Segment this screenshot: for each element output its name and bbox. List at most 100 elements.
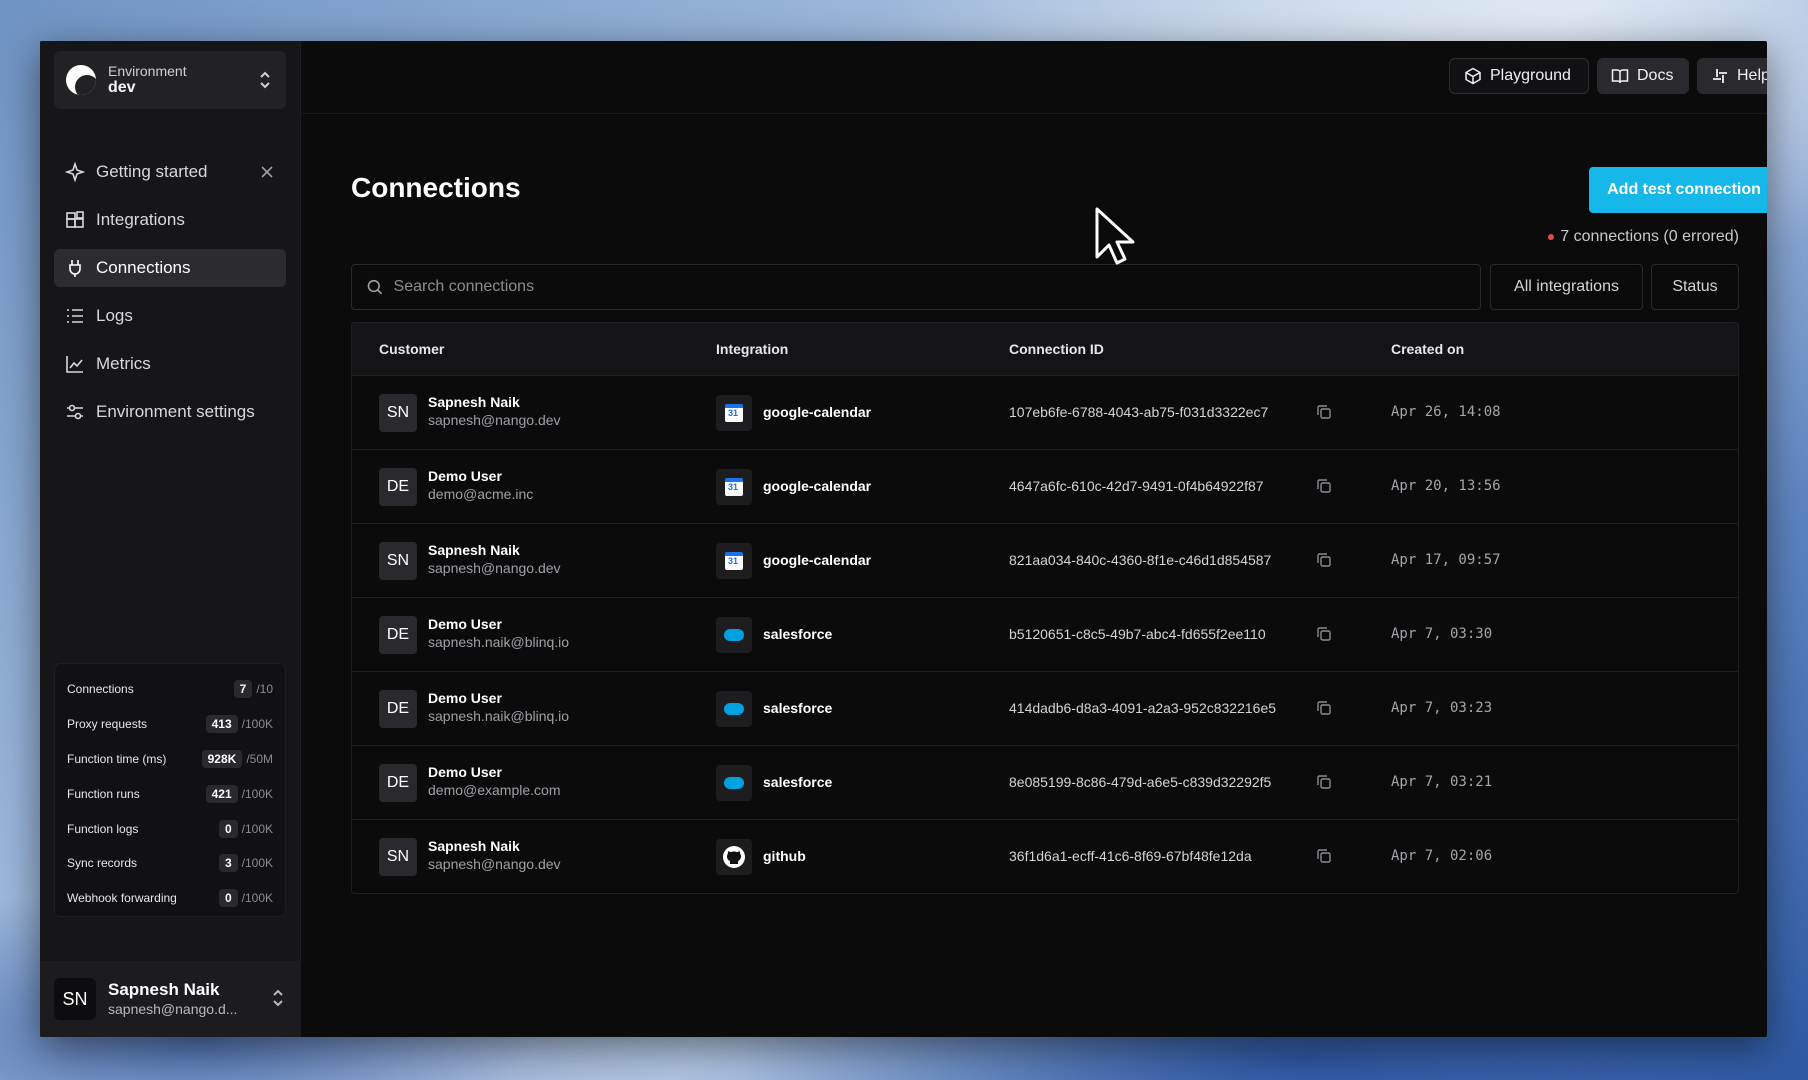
copy-icon[interactable] <box>1315 699 1333 717</box>
search-icon <box>367 279 383 295</box>
status-filter[interactable]: Status <box>1651 264 1739 310</box>
close-icon[interactable] <box>258 163 276 181</box>
sidebar-item-metrics[interactable]: Metrics <box>54 345 286 383</box>
environment-switcher[interactable]: Environment dev <box>54 51 286 109</box>
table-row[interactable]: DE Demo User demo@example.com salesforce… <box>352 745 1738 819</box>
chevron-up-down-icon <box>273 989 283 1007</box>
plug-icon <box>64 257 86 279</box>
table-row[interactable]: DE Demo User sapnesh.naik@blinq.io sales… <box>352 597 1738 671</box>
copy-icon[interactable] <box>1315 847 1333 865</box>
integration-name: google-calendar <box>763 552 872 568</box>
integration-name: github <box>763 848 806 864</box>
customer-info: Sapnesh Naik sapnesh@nango.dev <box>428 838 561 873</box>
table-row[interactable]: SN Sapnesh Naik sapnesh@nango.dev google… <box>352 523 1738 597</box>
usage-label: Function runs <box>67 786 140 801</box>
customer-info: Demo User demo@acme.inc <box>428 468 533 503</box>
created-on: Apr 26, 14:08 <box>1391 404 1501 420</box>
connection-id: 4647a6fc-610c-42d7-9491-0f4b64922f87 <box>1009 478 1264 494</box>
connection-id: 107eb6fe-6788-4043-ab75-f031d3322ec7 <box>1009 404 1269 420</box>
usage-value: 3 /100K <box>218 854 273 873</box>
usage-row-sync-records: Sync records 3 /100K <box>67 846 273 881</box>
connection-count: 7 connections (0 errored) <box>1548 228 1739 246</box>
sidebar-item-label: Connections <box>96 258 191 277</box>
sidebar-item-label: Getting started <box>96 162 208 181</box>
cube-icon <box>1465 67 1481 85</box>
user-info: Sapnesh Naik sapnesh@nango.d... <box>108 980 237 1017</box>
connection-id: b5120651-c8c5-49b7-abc4-fd655f2ee110 <box>1009 626 1266 642</box>
google-calendar-icon <box>716 543 752 579</box>
connection-id: 36f1d6a1-ecff-41c6-8f69-67bf48fe12da <box>1009 848 1252 864</box>
header-created-on: Created on <box>1391 341 1465 357</box>
table-row[interactable]: SN Sapnesh Naik sapnesh@nango.dev github… <box>352 819 1738 893</box>
playground-button[interactable]: Playground <box>1449 58 1589 94</box>
add-test-connection-button[interactable]: Add test connection <box>1589 167 1767 213</box>
nango-logo-icon <box>66 65 96 95</box>
table-header: Customer Integration Connection ID Creat… <box>352 323 1738 375</box>
customer-name: Sapnesh Naik <box>428 838 520 854</box>
docs-button[interactable]: Docs <box>1597 58 1689 94</box>
sidebar-item-connections[interactable]: Connections <box>54 249 286 287</box>
sparkle-icon <box>64 161 86 183</box>
usage-label: Function time (ms) <box>67 751 167 766</box>
table-row[interactable]: DE Demo User sapnesh.naik@blinq.io sales… <box>352 671 1738 745</box>
connections-table: Customer Integration Connection ID Creat… <box>351 322 1739 894</box>
usage-value: 7 /10 <box>233 680 273 699</box>
book-icon <box>1611 69 1629 84</box>
customer-email: demo@acme.inc <box>428 485 534 502</box>
copy-icon[interactable] <box>1315 403 1333 421</box>
search-input[interactable] <box>393 278 1466 296</box>
usage-limit: /100K <box>241 786 273 801</box>
sidebar-item-logs[interactable]: Logs <box>54 297 286 335</box>
table-row[interactable]: DE Demo User demo@acme.inc google-calend… <box>352 449 1738 523</box>
usage-limit: /100K <box>241 821 273 836</box>
salesforce-icon <box>716 765 752 801</box>
playground-label: Playground <box>1490 67 1571 84</box>
sidebar: Environment dev Getting started Integrat… <box>40 41 301 1037</box>
environment-text: Environment dev <box>108 63 187 97</box>
user-name: Sapnesh Naik <box>108 980 220 1000</box>
usage-count: 421 <box>205 784 238 803</box>
help-button[interactable]: Help <box>1697 58 1767 94</box>
created-on: Apr 7, 03:30 <box>1391 626 1493 642</box>
avatar: DE <box>379 690 417 728</box>
usage-label: Connections <box>67 682 134 697</box>
sidebar-item-environment-settings[interactable]: Environment settings <box>54 393 286 431</box>
user-menu[interactable]: SN Sapnesh Naik sapnesh@nango.d... <box>40 961 301 1037</box>
usage-row-function-runs: Function runs 421 /100K <box>67 776 273 811</box>
user-email: sapnesh@nango.d... <box>108 1000 238 1017</box>
copy-icon[interactable] <box>1315 625 1333 643</box>
usage-limit: /10 <box>256 682 273 697</box>
customer-name: Demo User <box>428 764 502 780</box>
usage-limit: /100K <box>241 717 273 732</box>
search-box <box>351 264 1481 310</box>
created-on: Apr 20, 13:56 <box>1391 478 1501 494</box>
usage-label: Sync records <box>67 856 138 871</box>
usage-panel: Connections 7 /10 Proxy requests 413 /10… <box>54 663 286 917</box>
usage-row-connections: Connections 7 /10 <box>67 672 273 707</box>
header-integration: Integration <box>716 341 789 357</box>
copy-icon[interactable] <box>1315 551 1333 569</box>
usage-value: 421 /100K <box>205 784 273 803</box>
copy-icon[interactable] <box>1315 477 1333 495</box>
all-integrations-filter[interactable]: All integrations <box>1490 264 1643 310</box>
avatar: SN <box>379 394 417 432</box>
usage-label: Webhook forwarding <box>67 891 177 906</box>
copy-icon[interactable] <box>1315 773 1333 791</box>
usage-value: 0 /100K <box>218 819 273 838</box>
usage-count: 3 <box>218 854 238 873</box>
usage-count: 928K <box>201 749 243 768</box>
table-row[interactable]: SN Sapnesh Naik sapnesh@nango.dev google… <box>352 375 1738 449</box>
integration-name: salesforce <box>763 700 833 716</box>
avatar: SN <box>379 542 417 580</box>
customer-email: sapnesh.naik@blinq.io <box>428 707 570 724</box>
usage-count: 0 <box>218 889 238 908</box>
customer-name: Sapnesh Naik <box>428 394 520 410</box>
integration-name: salesforce <box>763 774 833 790</box>
header-customer: Customer <box>379 341 445 357</box>
sidebar-item-integrations[interactable]: Integrations <box>54 201 286 239</box>
sidebar-item-getting-started[interactable]: Getting started <box>54 153 286 191</box>
google-calendar-icon <box>716 469 752 505</box>
connection-id: 821aa034-840c-4360-8f1e-c46d1d854587 <box>1009 552 1272 568</box>
created-on: Apr 7, 03:23 <box>1391 700 1493 716</box>
avatar: SN <box>379 838 417 876</box>
